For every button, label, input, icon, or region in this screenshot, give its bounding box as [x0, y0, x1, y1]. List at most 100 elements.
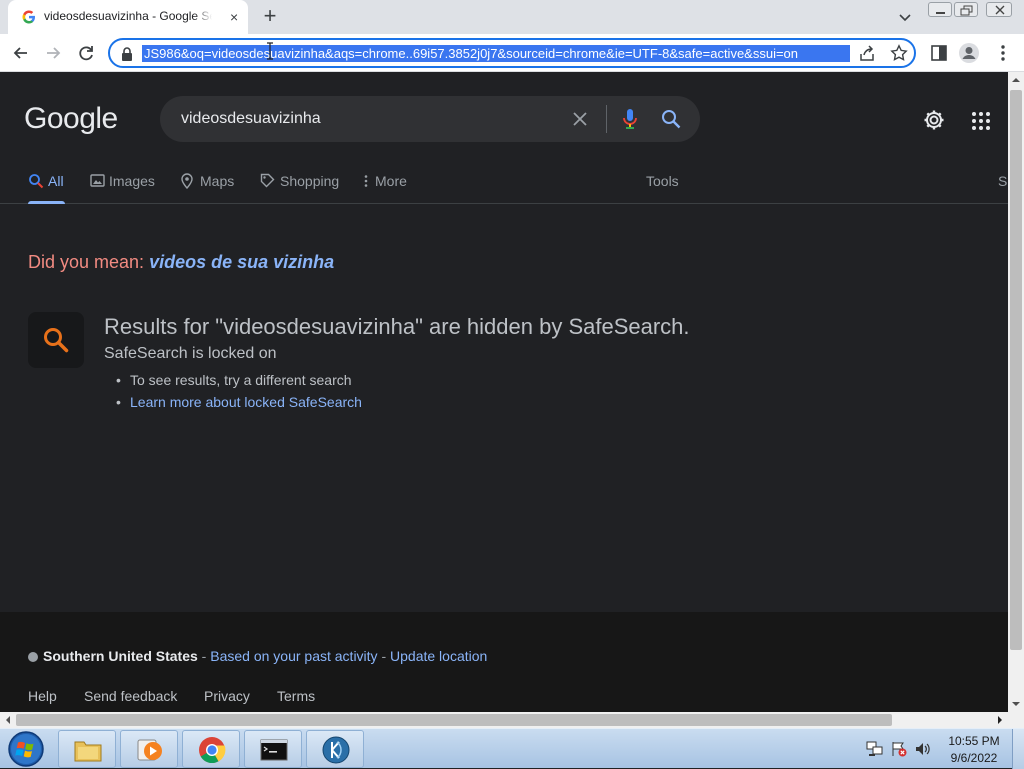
tab-maps-label: Maps: [200, 173, 235, 189]
search-divider: [606, 105, 607, 133]
google-logo[interactable]: Google: [24, 102, 118, 136]
scroll-right-arrow-icon[interactable]: [992, 712, 1008, 728]
folder-icon: [74, 741, 102, 762]
scroll-left-arrow-icon[interactable]: [0, 712, 16, 728]
location-dot-icon: [28, 652, 38, 662]
clock-time[interactable]: 10:55 PM: [944, 734, 1004, 748]
privacy-link[interactable]: Privacy: [204, 688, 250, 704]
google-favicon-icon: [22, 10, 35, 24]
show-desktop-button[interactable]: [1012, 729, 1024, 769]
back-arrow-icon[interactable]: [10, 42, 32, 64]
minimize-icon: [936, 12, 945, 14]
close-window-button[interactable]: [986, 2, 1012, 17]
windows-start-icon[interactable]: [4, 729, 48, 769]
did-you-mean-prefix: Did you mean:: [28, 252, 150, 272]
network-icon[interactable]: [866, 741, 884, 757]
tab-close-button[interactable]: ×: [230, 9, 238, 25]
restore-button[interactable]: [954, 2, 978, 17]
scroll-up-arrow-icon[interactable]: [1008, 72, 1024, 88]
map-pin-icon: [181, 173, 193, 189]
side-panel-icon[interactable]: [928, 42, 950, 64]
separator: -: [197, 648, 211, 664]
search-results-page: Google videosdesuavizinha All Images Map…: [0, 72, 1008, 712]
tab-images-label: Images: [109, 173, 155, 189]
tools-button[interactable]: Tools: [646, 173, 679, 189]
safesearch-toggle[interactable]: S: [998, 173, 1007, 189]
terms-link[interactable]: Terms: [277, 688, 315, 704]
text-cursor-icon: [267, 42, 273, 60]
url-text[interactable]: JS986&oq=videosdesuavizinha&aqs=chrome..…: [142, 45, 850, 62]
lock-icon[interactable]: [120, 46, 134, 62]
tab-all[interactable]: All: [28, 172, 68, 204]
tab-shopping[interactable]: Shopping: [260, 172, 342, 204]
image-icon: [90, 174, 105, 187]
separator: -: [377, 648, 391, 664]
search-query[interactable]: videosdesuavizinha: [181, 110, 321, 128]
safesearch-subtitle: SafeSearch is locked on: [104, 345, 277, 362]
chrome-icon: [199, 737, 226, 764]
minimize-button[interactable]: [928, 2, 952, 17]
browser-tab[interactable]: videosdesuavizinha - Google Search ×: [8, 0, 248, 34]
gear-icon[interactable]: [922, 108, 946, 132]
command-prompt-icon: [260, 739, 288, 761]
new-tab-button[interactable]: +: [258, 4, 282, 28]
close-icon: [995, 5, 1005, 15]
tab-maps[interactable]: Maps: [180, 172, 240, 204]
browser-toolbar: JS986&oq=videosdesuavizinha&aqs=chrome..…: [0, 34, 1024, 72]
search-icon: [44, 328, 69, 353]
restore-icon: [960, 5, 973, 16]
volume-icon[interactable]: [914, 741, 932, 757]
active-tab-indicator: [28, 201, 65, 204]
action-center-flag-icon[interactable]: [890, 741, 908, 757]
forward-arrow-icon[interactable]: [42, 42, 64, 64]
horizontal-scroll-thumb[interactable]: [16, 714, 892, 726]
tab-more-label: More: [375, 173, 407, 189]
based-on-activity-link[interactable]: Based on your past activity: [210, 648, 377, 664]
learn-more-link[interactable]: Learn more about locked SafeSearch: [116, 394, 362, 410]
tag-icon: [260, 173, 275, 188]
scroll-down-arrow-icon[interactable]: [1008, 696, 1024, 712]
tab-more[interactable]: More: [362, 172, 412, 204]
bookmark-star-icon[interactable]: [890, 44, 908, 62]
search-icon[interactable]: [660, 108, 682, 130]
safesearch-title: Results for "videosdesuavizinha" are hid…: [104, 314, 690, 339]
address-bar[interactable]: JS986&oq=videosdesuavizinha&aqs=chrome..…: [108, 38, 916, 68]
tab-search-chevron-icon[interactable]: [894, 6, 916, 28]
clock-date[interactable]: 9/6/2022: [944, 751, 1004, 765]
search-input[interactable]: videosdesuavizinha: [160, 96, 700, 142]
footer: Southern United States - Based on your p…: [0, 612, 1008, 712]
taskbar-media-player-button[interactable]: [120, 730, 178, 768]
list-item: To see results, try a different search: [116, 372, 351, 388]
vertical-scroll-thumb[interactable]: [1010, 90, 1022, 650]
windows-taskbar: 10:55 PM 9/6/2022: [0, 728, 1024, 769]
help-link[interactable]: Help: [28, 688, 57, 704]
voice-search-mic-icon[interactable]: [620, 108, 640, 130]
horizontal-scrollbar[interactable]: [0, 712, 1008, 728]
chrome-menu-icon[interactable]: [992, 42, 1014, 64]
send-feedback-link[interactable]: Send feedback: [84, 688, 177, 704]
media-player-icon: [137, 739, 162, 761]
update-location-link[interactable]: Update location: [390, 648, 487, 664]
more-vertical-icon: [364, 175, 368, 187]
location-name: Southern United States: [43, 648, 198, 664]
app-k-icon: [322, 736, 350, 764]
profile-avatar-icon[interactable]: [958, 42, 980, 64]
tab-strip: videosdesuavizinha - Google Search × +: [0, 0, 1024, 34]
tab-images[interactable]: Images: [90, 172, 160, 204]
tab-title: videosdesuavizinha - Google Search: [44, 9, 212, 25]
tab-shopping-label: Shopping: [280, 173, 340, 189]
google-apps-grid-icon[interactable]: [970, 110, 992, 132]
search-tabs: All Images Maps Shopping More: [0, 164, 1008, 204]
taskbar-app-button[interactable]: [306, 730, 364, 768]
reload-icon[interactable]: [75, 42, 97, 64]
share-icon[interactable]: [858, 45, 876, 63]
location-line: Southern United States - Based on your p…: [43, 648, 487, 664]
taskbar-explorer-button[interactable]: [58, 730, 116, 768]
did-you-mean: Did you mean: videos de sua vizinha: [28, 252, 334, 273]
taskbar-chrome-button[interactable]: [182, 730, 240, 768]
taskbar-cmd-button[interactable]: [244, 730, 302, 768]
did-you-mean-link[interactable]: videos de sua vizinha: [149, 252, 334, 272]
tab-all-label: All: [48, 173, 64, 189]
clear-search-icon[interactable]: [570, 109, 590, 129]
vertical-scrollbar[interactable]: [1008, 72, 1024, 712]
